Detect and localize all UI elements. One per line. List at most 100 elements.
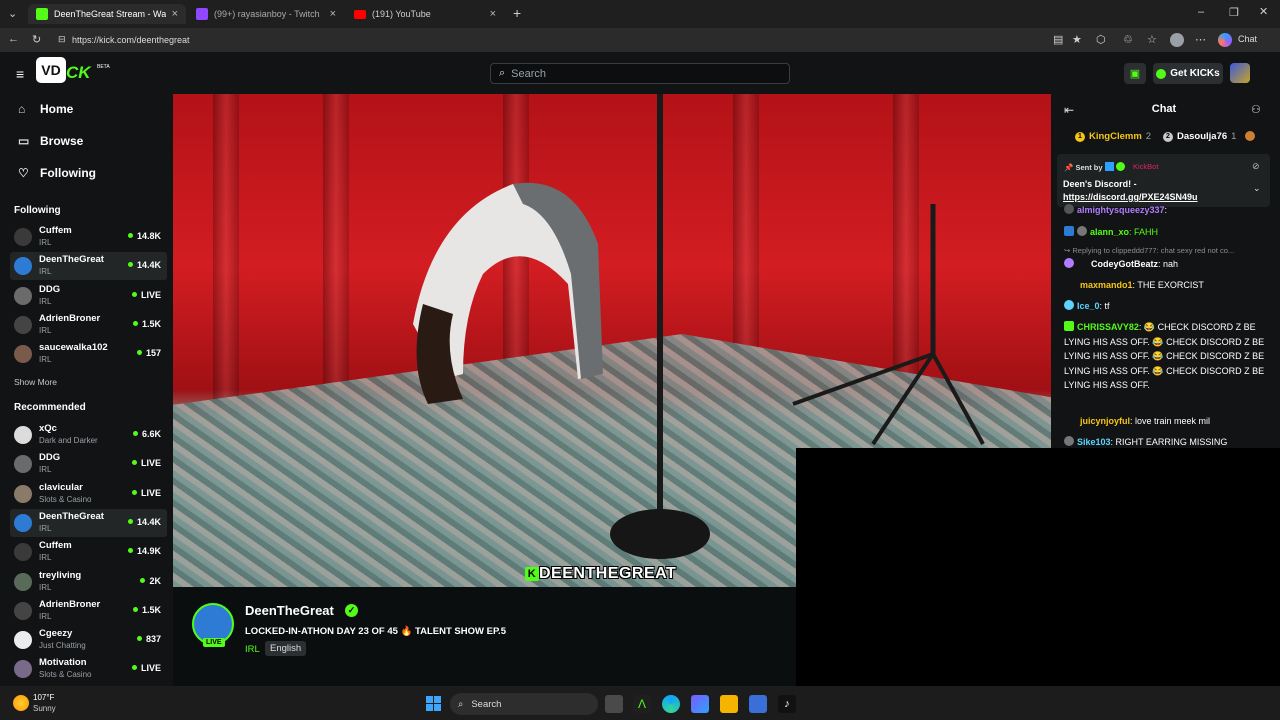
stream-category[interactable]: IRL — [245, 644, 260, 655]
show-more-link[interactable]: Show More — [14, 377, 57, 387]
weather-temp[interactable]: 107°F — [33, 693, 54, 702]
tab-list-icon[interactable]: ⌄ — [8, 7, 17, 20]
chat-username[interactable]: alann_xo — [1090, 227, 1129, 237]
refresh-icon[interactable]: ↻ — [32, 33, 41, 46]
back-icon[interactable]: ← — [8, 33, 19, 45]
taskbar-search[interactable]: ⌕ Search — [450, 693, 598, 715]
sidebar-channel[interactable]: clavicular Slots & Casino LIVE — [10, 480, 167, 508]
new-tab-icon[interactable]: + — [513, 5, 521, 21]
expand-pinned-icon[interactable]: ⌄ — [1253, 183, 1261, 194]
mic-stand-pole — [657, 94, 663, 534]
gift-icon[interactable]: ▣ — [1124, 63, 1146, 84]
minimize-icon[interactable]: – — [1198, 6, 1204, 18]
viewer-count: LIVE — [132, 488, 161, 498]
sidebar-channel[interactable]: DeenTheGreat IRL 14.4K — [10, 508, 167, 537]
nav-home[interactable]: ⌂ Home — [18, 99, 73, 119]
chat-username[interactable]: maxmando1 — [1080, 280, 1133, 290]
copilot-icon[interactable] — [1218, 33, 1232, 47]
windows-start-icon[interactable] — [426, 696, 441, 711]
bot-badge-icon — [1104, 162, 1114, 171]
search-input[interactable]: ⌕ Search — [490, 63, 790, 84]
gifter-leaderboard-item[interactable]: 1 KingClemm 2 — [1075, 131, 1151, 142]
streamer-name[interactable]: DeenTheGreat — [245, 603, 334, 618]
sidebar-channel[interactable]: AdrienBroner IRL 1.5K — [10, 597, 167, 625]
close-tab-icon[interactable]: × — [330, 8, 336, 20]
collapse-chat-icon[interactable]: ⇤ — [1064, 103, 1074, 117]
more-menu-icon[interactable]: ⋯ — [1195, 33, 1206, 46]
sidebar-channel[interactable]: treyliving IRL 2K — [10, 568, 167, 596]
sent-by-label: Sent by — [1075, 163, 1103, 172]
chat-username[interactable]: almightysqueezy337 — [1077, 205, 1165, 215]
edge-icon[interactable] — [662, 695, 680, 713]
sidebar-channel[interactable]: DeenTheGreat IRL 14.4K — [10, 252, 167, 281]
pinned-sender[interactable]: KickBot — [1133, 162, 1158, 171]
gifter-leaderboard-item[interactable]: 2 Dasoulja76 1 — [1163, 131, 1236, 142]
app-icon[interactable] — [691, 695, 709, 713]
user-badge-icon — [1064, 204, 1074, 214]
chat-users-icon[interactable]: ⚇ — [1251, 103, 1261, 116]
tab-twitch[interactable]: (99+) rayasianboy - Twitch × — [188, 4, 344, 24]
pinned-link[interactable]: https://discord.gg/PXE24SN49u — [1063, 192, 1198, 202]
tab-youtube[interactable]: (191) YouTube × — [346, 4, 504, 24]
sidebar-channel[interactable]: AdrienBroner IRL 1.5K — [10, 311, 167, 339]
channel-name: saucewalka102 — [39, 342, 108, 354]
close-window-icon[interactable]: ✕ — [1259, 5, 1268, 18]
user-avatar[interactable] — [1230, 63, 1250, 83]
kick-logo[interactable]: CK — [66, 63, 91, 83]
favorite-star-icon[interactable]: ★ — [1072, 33, 1082, 46]
site-info-icon[interactable]: ⊟ — [58, 34, 66, 45]
kick-favicon-icon — [36, 8, 48, 20]
nav-browse[interactable]: ▭ Browse — [18, 131, 83, 151]
channel-avatar — [14, 286, 32, 305]
file-explorer-icon[interactable] — [720, 695, 738, 713]
close-tab-icon[interactable]: × — [172, 8, 178, 20]
curtain-fold — [323, 94, 349, 414]
close-tab-icon[interactable]: × — [490, 8, 496, 20]
extensions-icon[interactable]: ⬡ — [1096, 33, 1106, 46]
chat-username[interactable]: CHRISSAVY82 — [1077, 322, 1139, 332]
task-view-icon[interactable] — [605, 695, 623, 713]
get-kicks-button[interactable]: Get KICKs — [1153, 63, 1223, 84]
sidebar-channel[interactable]: DDG IRL LIVE — [10, 450, 167, 478]
channel-category: IRL — [39, 553, 52, 563]
search-icon: ⌕ — [499, 67, 506, 79]
tab-kick[interactable]: DeenTheGreat Stream - Watch × — [28, 4, 186, 24]
sidebar-channel[interactable]: Motivation Slots & Casino LIVE — [10, 655, 167, 683]
sun-icon[interactable] — [13, 695, 29, 711]
viewer-count: 6.6K — [133, 429, 161, 439]
chat-text: : RIGHT EARRING MISSING — [1110, 437, 1228, 447]
channel-name: Cuffem — [39, 540, 72, 552]
browser-essentials-icon[interactable]: ♲ — [1123, 33, 1133, 46]
sidebar-channel[interactable]: saucewalka102 IRL 157 — [10, 340, 167, 368]
recommended-section-title: Recommended — [14, 402, 86, 413]
store-icon[interactable] — [749, 695, 767, 713]
live-badge: LIVE — [203, 638, 225, 647]
copilot-chat-label[interactable]: Chat — [1238, 34, 1257, 44]
sidebar-channel[interactable]: DDG IRL LIVE — [10, 282, 167, 310]
chat-username[interactable]: Ice_0 — [1077, 301, 1100, 311]
kicks-coin-icon — [1156, 68, 1167, 79]
chat-username[interactable]: juicynjoyful — [1080, 416, 1130, 426]
viewer-count: 1.5K — [133, 605, 161, 615]
tiktok-icon[interactable]: ♪ — [778, 695, 796, 713]
hamburger-menu-icon[interactable]: ≡ — [16, 66, 24, 82]
chat-username[interactable]: CodeyGotBeatz — [1091, 259, 1158, 269]
gifter-count: 1 — [1231, 131, 1237, 142]
sidebar-channel[interactable]: xQc Dark and Darker 6.6K — [10, 421, 167, 449]
channel-category: IRL — [39, 355, 52, 365]
sidebar-channel[interactable]: Cgeezy Just Chatting 837 — [10, 626, 167, 654]
unpin-icon[interactable]: ⊘ — [1252, 161, 1260, 172]
reader-mode-icon[interactable]: ▤ — [1053, 33, 1063, 46]
sub-badge-icon — [1064, 226, 1074, 236]
nav-following[interactable]: ♡ Following — [18, 163, 96, 183]
stream-language-tag[interactable]: English — [265, 641, 307, 656]
chat-text: : — [1164, 205, 1168, 215]
restore-icon[interactable]: ❐ — [1229, 6, 1239, 19]
chat-username[interactable]: Sike103 — [1077, 437, 1111, 447]
url-field[interactable]: https://kick.com/deenthegreat — [52, 31, 1052, 49]
sidebar-channel[interactable]: Cuffem IRL 14.9K — [10, 538, 167, 566]
app-icon[interactable]: Λ — [633, 695, 651, 713]
collections-icon[interactable]: ☆ — [1147, 33, 1157, 46]
sidebar-channel[interactable]: Cuffem IRL 14.8K — [10, 223, 167, 251]
profile-avatar[interactable] — [1170, 33, 1184, 47]
